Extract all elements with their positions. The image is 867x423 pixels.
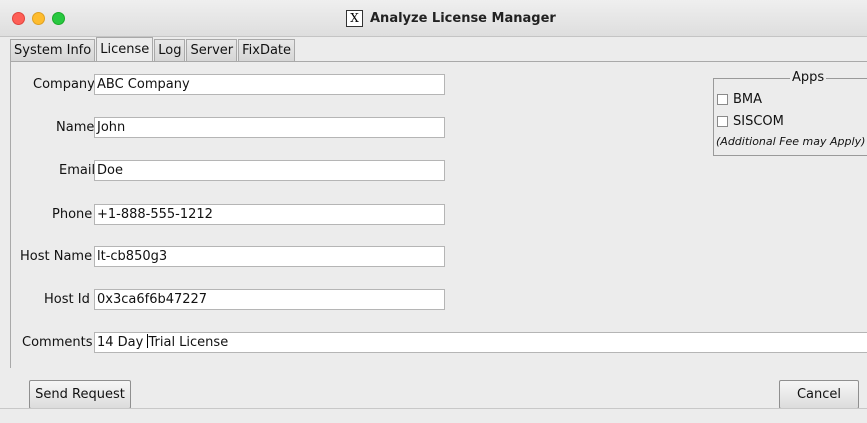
email-label: Email bbox=[59, 163, 96, 178]
siscom-checkbox[interactable] bbox=[717, 116, 728, 127]
apps-group: Apps BMA SISCOM (Additional Fee may Appl… bbox=[713, 70, 867, 156]
siscom-label: SISCOM bbox=[733, 114, 784, 129]
comments-field[interactable]: 14 Day Trial License bbox=[94, 332, 867, 353]
comments-label: Comments bbox=[22, 335, 93, 350]
comments-text-before-caret: 14 Day bbox=[97, 335, 148, 350]
zoom-window-button[interactable] bbox=[52, 12, 65, 25]
tab-system-info[interactable]: System Info bbox=[10, 39, 96, 61]
tab-fixdate[interactable]: FixDate bbox=[238, 39, 296, 61]
bma-checkbox[interactable] bbox=[717, 94, 728, 105]
tab-bar: System Info License Log Server FixDate bbox=[10, 37, 296, 61]
phone-field[interactable]: +1-888-555-1212 bbox=[94, 204, 445, 225]
window-bottom-divider bbox=[0, 408, 867, 409]
license-manager-window: X Analyze License Manager System Info Li… bbox=[0, 0, 867, 423]
tab-license[interactable]: License bbox=[96, 37, 154, 61]
window-title: X Analyze License Manager bbox=[346, 9, 556, 27]
apps-legend: Apps bbox=[790, 70, 827, 85]
company-label: Company bbox=[33, 77, 95, 92]
title-bar: X Analyze License Manager bbox=[0, 0, 867, 37]
phone-label: Phone bbox=[52, 207, 93, 222]
host-id-field[interactable]: 0x3ca6f6b47227 bbox=[94, 289, 445, 310]
host-name-field[interactable]: lt-cb850g3 bbox=[94, 246, 445, 267]
send-request-button[interactable]: Send Request bbox=[29, 380, 131, 409]
tab-log[interactable]: Log bbox=[154, 39, 186, 61]
app-option-bma[interactable]: BMA bbox=[717, 92, 762, 107]
company-field[interactable]: ABC Company bbox=[94, 74, 445, 95]
name-field[interactable]: John bbox=[94, 117, 445, 138]
x11-logo-icon: X bbox=[346, 9, 363, 27]
host-id-label: Host Id bbox=[44, 292, 90, 307]
email-field[interactable]: Doe bbox=[94, 160, 445, 181]
host-name-label: Host Name bbox=[20, 249, 93, 264]
minimize-window-button[interactable] bbox=[32, 12, 45, 25]
app-option-siscom[interactable]: SISCOM bbox=[717, 114, 784, 129]
tab-server[interactable]: Server bbox=[186, 39, 238, 61]
bma-label: BMA bbox=[733, 92, 763, 107]
additional-fee-note: (Additional Fee may Apply) bbox=[716, 135, 866, 148]
comments-text-after-caret: Trial License bbox=[148, 335, 229, 350]
name-label: Name bbox=[56, 120, 95, 135]
close-window-button[interactable] bbox=[12, 12, 25, 25]
cancel-button[interactable]: Cancel bbox=[779, 380, 859, 409]
window-title-text: Analyze License Manager bbox=[370, 10, 556, 26]
